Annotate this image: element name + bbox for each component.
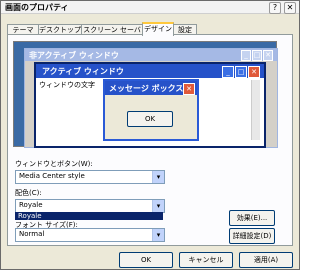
message-box-title: メッセージ ボックス	[109, 84, 184, 93]
maximize-icon: □	[252, 50, 262, 61]
inactive-title-bar: 非アクティブ ウィンドウ _ □ ✕	[25, 49, 277, 61]
help-button[interactable]: ?	[269, 2, 281, 14]
close-icon: ✕	[248, 66, 260, 78]
ok-button[interactable]: OK	[119, 252, 173, 268]
message-box-preview: メッセージ ボックス ✕ OK	[103, 79, 199, 141]
chevron-down-icon[interactable]: ▾	[152, 229, 164, 241]
window-text-sample: ウィンドウの文字	[39, 81, 95, 89]
color-scheme-value: Royale	[19, 201, 43, 209]
minimize-icon: _	[241, 50, 251, 61]
title-bar: 画面のプロパティ ? ✕	[1, 1, 299, 14]
minimize-icon: _	[222, 66, 234, 78]
color-scheme-label: 配色(C):	[15, 189, 42, 197]
active-window-title: アクティブ ウィンドウ	[42, 67, 124, 76]
chevron-down-icon[interactable]: ▾	[152, 200, 164, 212]
chevron-down-icon[interactable]: ▾	[152, 171, 164, 183]
font-size-value: Normal	[19, 230, 45, 238]
window-title: 画面のプロパティ	[5, 3, 69, 12]
scrollbar-preview	[251, 80, 260, 140]
close-icon: ✕	[183, 83, 195, 95]
active-title-bar: アクティブ ウィンドウ _ □ ✕	[36, 64, 264, 78]
window-style-value: Media Center style	[19, 172, 85, 180]
tab-strip: テーマ デスクトップ スクリーン セーバー デザイン 設定	[7, 22, 297, 44]
close-button[interactable]: ✕	[284, 2, 296, 14]
maximize-icon: □	[235, 66, 247, 78]
tab-appearance[interactable]: デザイン	[142, 22, 174, 36]
message-box-title-bar: メッセージ ボックス ✕	[105, 81, 197, 95]
font-size-select[interactable]: Normal ▾	[15, 228, 165, 242]
advanced-button[interactable]: 詳細設定(D)	[229, 228, 275, 244]
color-scheme-option[interactable]: Royale	[15, 212, 163, 220]
window-style-label: ウィンドウとボタン(W):	[15, 160, 93, 168]
color-scheme-select[interactable]: Royale ▾	[15, 199, 165, 213]
close-icon: ✕	[263, 50, 273, 61]
effects-button[interactable]: 効果(E)...	[229, 210, 275, 226]
cancel-button[interactable]: キャンセル	[179, 252, 233, 268]
window-style-select[interactable]: Media Center style ▾	[15, 170, 165, 184]
apply-button[interactable]: 適用(A)	[239, 252, 293, 268]
message-ok-button: OK	[127, 111, 173, 127]
color-scheme-option-label: Royale	[18, 212, 42, 220]
display-properties-dialog: 画面のプロパティ ? ✕ テーマ デスクトップ スクリーン セーバー デザイン …	[0, 0, 300, 270]
inactive-window-title: 非アクティブ ウィンドウ	[29, 51, 119, 60]
